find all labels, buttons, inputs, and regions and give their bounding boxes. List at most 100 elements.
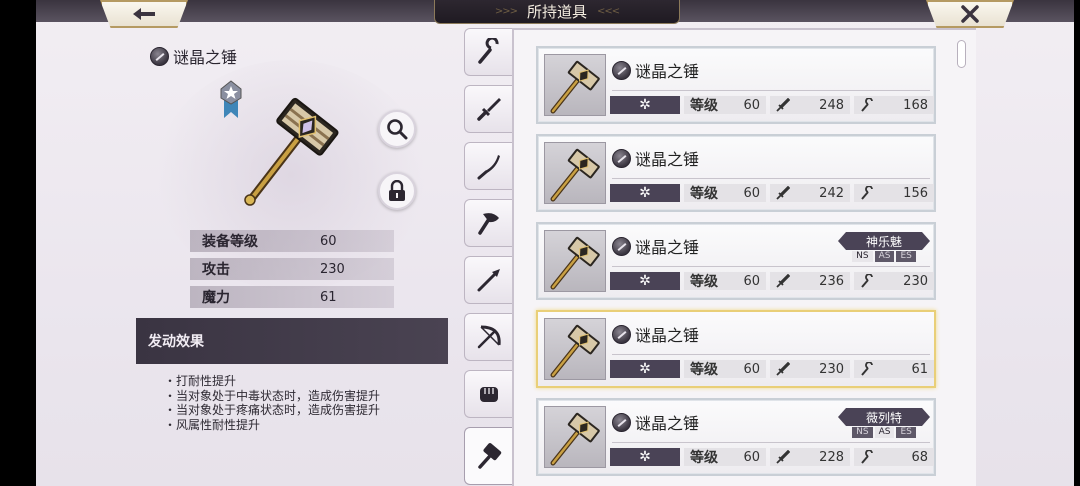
- effect-item: 当对象处于疼痛状态时，造成伤害提升: [164, 403, 380, 418]
- attack-value: 248: [819, 97, 844, 113]
- magic-value: 68: [911, 449, 928, 465]
- spear-icon: [477, 269, 500, 292]
- magnifier-icon: [387, 119, 408, 140]
- item-name-text: 谜晶之锤: [635, 62, 700, 81]
- item-card-selected[interactable]: 谜晶之锤 ✲ 等级 60 230 61: [536, 310, 936, 388]
- sword-icon: [476, 98, 501, 121]
- bow-icon: [477, 325, 501, 349]
- mode-es: ES: [896, 251, 916, 262]
- level-label: 等级: [690, 362, 718, 378]
- magic-value: 61: [911, 361, 928, 377]
- element-badge: ✲: [610, 360, 680, 378]
- effect-header: 发动效果: [136, 318, 448, 364]
- tab-staff[interactable]: [464, 28, 512, 76]
- magic-cell: 61: [854, 360, 934, 378]
- item-thumbnail: [544, 142, 606, 204]
- style-modes: NS AS ES: [838, 427, 930, 438]
- item-name: 谜晶之锤: [612, 322, 699, 346]
- wind-element-icon: [612, 236, 631, 256]
- staff-icon: [477, 38, 499, 64]
- stat-label: 魔力: [202, 290, 230, 306]
- magic-cell: 68: [854, 448, 934, 466]
- item-name: 谜晶之锤: [612, 410, 699, 434]
- element-badge: ✲: [610, 448, 680, 466]
- item-card[interactable]: 谜晶之锤 神乐魅 NS AS ES ✲ 等级 60 236 230: [536, 222, 936, 300]
- tab-spear[interactable]: [464, 256, 512, 304]
- attack-value: 242: [819, 185, 844, 201]
- effect-item: 当对象处于中毒状态时，造成伤害提升: [164, 389, 380, 404]
- item-thumbnail: [544, 54, 606, 116]
- item-card[interactable]: 谜晶之锤 ✲ 等级 60 248 168: [536, 46, 936, 124]
- katana-icon: [477, 155, 500, 180]
- tab-fist[interactable]: [464, 370, 512, 418]
- effect-item: 风属性耐性提升: [164, 418, 380, 433]
- wind-element-icon: [612, 412, 631, 432]
- attack-sword-icon: [776, 186, 790, 200]
- effect-item: 打耐性提升: [164, 374, 380, 389]
- tab-axe[interactable]: [464, 199, 512, 247]
- inspect-button[interactable]: [378, 110, 416, 148]
- detail-name-text: 谜晶之锤: [173, 48, 238, 67]
- tab-hammer[interactable]: [464, 427, 514, 485]
- scrollbar-thumb[interactable]: [957, 40, 966, 68]
- mode-es: ES: [896, 427, 916, 438]
- equipped-character-tag: 薇列特 NS AS ES: [838, 408, 930, 438]
- magic-staff-icon: [861, 274, 873, 288]
- divider: [612, 178, 930, 179]
- item-card[interactable]: 谜晶之锤 ✲ 等级 60 242 156: [536, 134, 936, 212]
- level-cell: 等级 60: [684, 96, 766, 114]
- character-name: 薇列特: [838, 408, 930, 426]
- attack-sword-icon: [776, 98, 790, 112]
- mode-as: AS: [874, 251, 895, 262]
- attack-cell: 242: [770, 184, 850, 202]
- stat-row-magic: 魔力 61: [190, 286, 394, 308]
- item-thumbnail: [544, 230, 606, 292]
- attack-value: 228: [819, 449, 844, 465]
- tab-bow[interactable]: [464, 313, 512, 361]
- stat-row-level: 装备等级 60: [190, 230, 394, 252]
- stat-value: 230: [320, 261, 345, 277]
- item-stats: ✲ 等级 60 236 230: [610, 272, 934, 292]
- hammer-thumb-icon: [550, 148, 600, 202]
- attack-cell: 228: [770, 448, 850, 466]
- title-ornament-left: >>>: [494, 6, 518, 17]
- close-button[interactable]: [926, 0, 1014, 28]
- inventory-screen: >>> 所持道具 <<< 谜晶之锤 装备等级 60 攻击 230 魔力 61 发…: [36, 0, 1074, 486]
- level-label: 等级: [690, 450, 718, 466]
- effect-title: 发动效果: [148, 334, 204, 350]
- attack-sword-icon: [776, 450, 790, 464]
- magic-staff-icon: [861, 186, 873, 200]
- back-arrow-icon: [133, 8, 155, 20]
- magic-staff-icon: [861, 362, 873, 376]
- right-black-bar: [1074, 0, 1080, 486]
- item-stats: ✲ 等级 60 230 61: [610, 360, 934, 380]
- hammer-thumb-icon: [550, 324, 600, 378]
- hammer-thumb-icon: [550, 236, 600, 290]
- level-value: 60: [743, 97, 760, 113]
- hammer-thumb-icon: [550, 412, 600, 466]
- item-name: 谜晶之锤: [612, 58, 699, 82]
- style-modes: NS AS ES: [838, 251, 930, 262]
- item-card[interactable]: 谜晶之锤 薇列特 NS AS ES ✲ 等级 60 228 68: [536, 398, 936, 476]
- element-badge: ✲: [610, 184, 680, 202]
- wind-element-icon: [612, 60, 631, 80]
- item-name-text: 谜晶之锤: [635, 150, 700, 169]
- effect-list: 打耐性提升 当对象处于中毒状态时，造成伤害提升 当对象处于疼痛状态时，造成伤害提…: [164, 374, 380, 432]
- detail-weapon-name: 谜晶之锤: [150, 44, 237, 68]
- lock-button[interactable]: [378, 172, 416, 210]
- fist-icon: [479, 387, 498, 402]
- item-name: 谜晶之锤: [612, 146, 699, 170]
- tab-katana[interactable]: [464, 142, 512, 190]
- magic-cell: 230: [854, 272, 934, 290]
- level-label: 等级: [690, 186, 718, 202]
- lock-icon: [389, 180, 405, 201]
- attack-cell: 230: [770, 360, 850, 378]
- wind-element-icon: [150, 46, 169, 66]
- back-button[interactable]: [100, 0, 188, 28]
- title-plate: >>> 所持道具 <<<: [434, 0, 680, 24]
- tab-sword[interactable]: [464, 85, 512, 133]
- level-value: 60: [743, 361, 760, 377]
- list-scrollbar[interactable]: [957, 40, 967, 470]
- stat-row-attack: 攻击 230: [190, 258, 394, 280]
- magic-value: 230: [903, 273, 928, 289]
